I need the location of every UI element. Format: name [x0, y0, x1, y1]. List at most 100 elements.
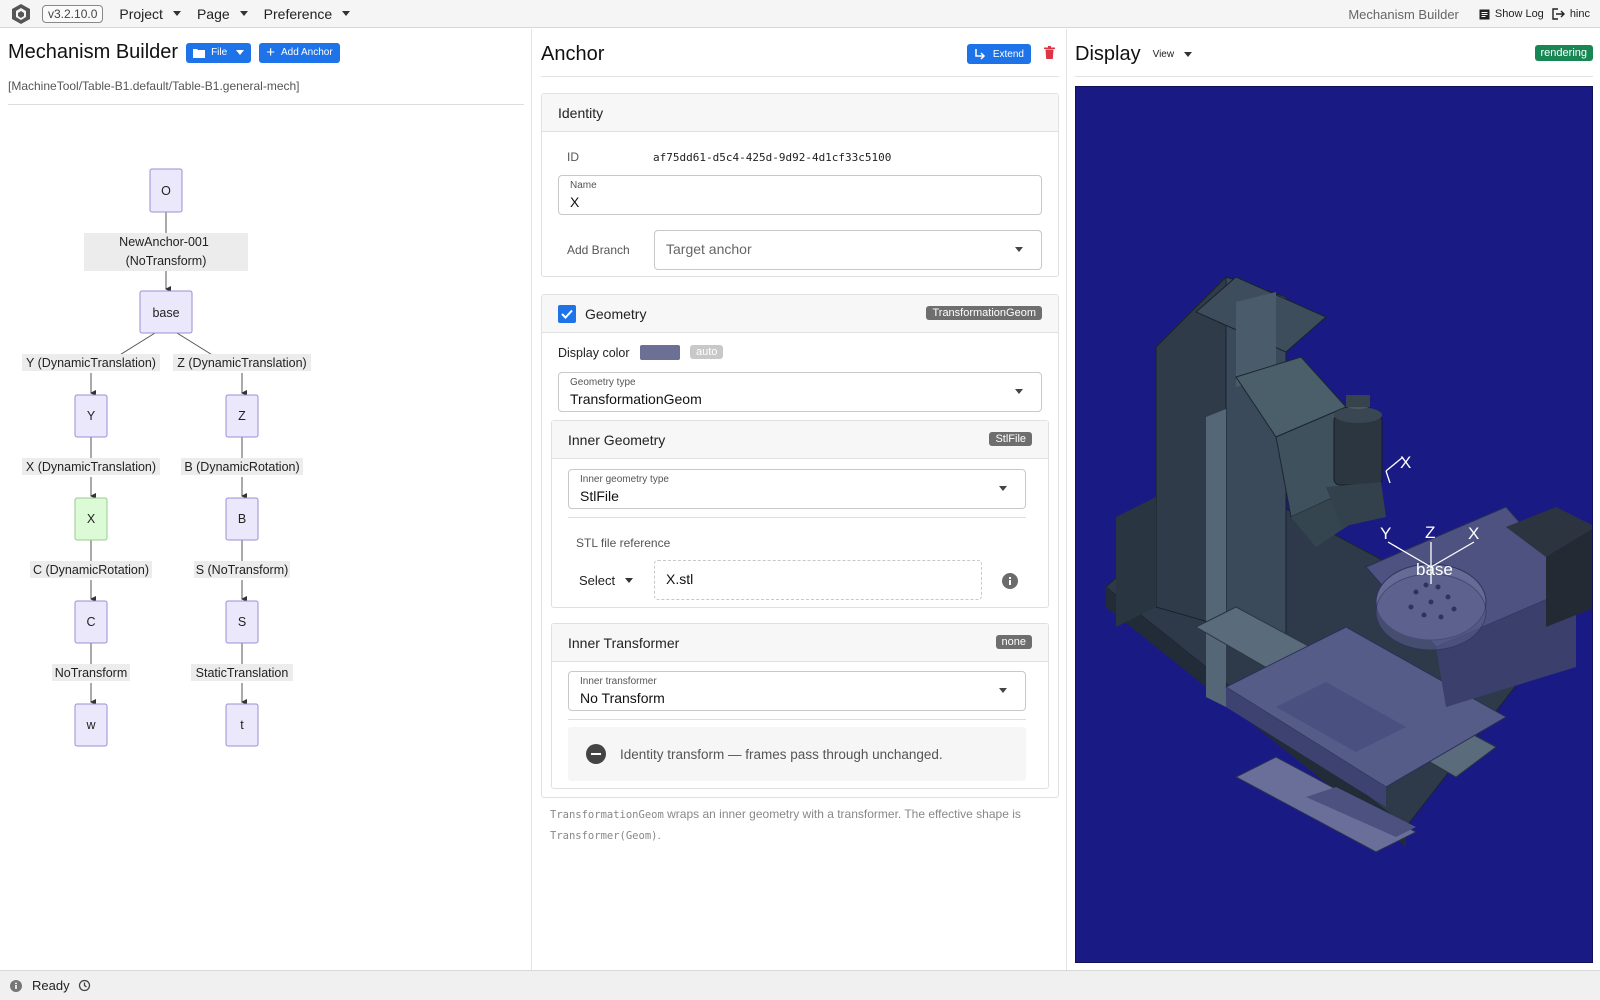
- target-anchor-select[interactable]: Target anchor: [654, 230, 1042, 270]
- name-field-value: X: [570, 194, 580, 210]
- user-logout-button[interactable]: hinc: [1552, 8, 1590, 20]
- show-log-label: Show Log: [1494, 8, 1544, 20]
- node-label-z: Z: [238, 409, 246, 423]
- id-value: af75dd61-d5c4-425d-9d92-4d1cf33c5100: [653, 151, 892, 164]
- edge-label-x[interactable]: X (DynamicTranslation): [26, 460, 156, 474]
- display-color-swatch[interactable]: [640, 345, 680, 360]
- node-label-y: Y: [87, 409, 96, 423]
- node-label-w: w: [85, 718, 96, 732]
- node-label-x: X: [87, 512, 96, 526]
- top-right-group: Mechanism Builder Show Log hinc: [1348, 0, 1590, 28]
- axis-label-base: base: [1416, 560, 1453, 579]
- extend-button[interactable]: Extend: [966, 44, 1031, 64]
- geometry-type-value: TransformationGeom: [570, 391, 702, 407]
- edge-label-z[interactable]: Z (DynamicTranslation): [177, 356, 306, 370]
- node-label-t: t: [240, 718, 244, 732]
- chevron-down-icon: [236, 50, 245, 55]
- chevron-down-icon: [342, 11, 351, 16]
- trash-icon[interactable]: [1044, 46, 1055, 59]
- menu-preference-label: Preference: [263, 5, 333, 22]
- add-anchor-button[interactable]: + Add Anchor: [259, 42, 340, 63]
- geometry-checkbox[interactable]: [558, 304, 576, 323]
- edge-label-c[interactable]: C (DynamicRotation): [33, 563, 149, 577]
- node-label-s: S: [238, 615, 246, 629]
- node-label-b: B: [238, 512, 246, 526]
- menu-page[interactable]: Page: [197, 6, 248, 22]
- view-menu[interactable]: View: [1153, 49, 1193, 60]
- footnote-code-transformer: Transformer(Geom): [550, 830, 658, 842]
- geometry-type-label: Geometry type: [570, 377, 636, 388]
- mechanism-tree: NewAnchor-001 (NoTransform) Y (DynamicTr…: [22, 168, 311, 747]
- stl-file-input[interactable]: X.stl: [654, 560, 982, 600]
- divider: [8, 104, 524, 105]
- inner-geometry-type-select[interactable]: Inner geometry type StlFile: [568, 469, 1026, 509]
- menu-project-label: Project: [119, 5, 163, 22]
- divider: [568, 719, 1026, 720]
- geometry-card: Geometry TransformationGeom Display colo…: [541, 294, 1059, 842]
- add-anchor-label: Add Anchor: [280, 47, 333, 58]
- edge-label-root[interactable]: NewAnchor-001: [119, 235, 209, 249]
- chevron-down-icon: [625, 578, 634, 583]
- identity-header: Identity: [542, 94, 1058, 132]
- status-bar: Ready: [0, 970, 1600, 1000]
- info-icon: [10, 979, 22, 992]
- anchor-title: Anchor: [541, 42, 605, 65]
- app-logo-icon[interactable]: [10, 3, 32, 25]
- mechanism-pane: Mechanism Builder File + Add Anchor [Mac…: [0, 29, 532, 970]
- plus-icon: +: [266, 44, 275, 61]
- machine-render: X Y Z X base: [1105, 275, 1592, 853]
- stl-file-value: X.stl: [666, 571, 694, 587]
- identity-transform-note: Identity transform — frames pass through…: [568, 727, 1026, 781]
- menu-preference[interactable]: Preference: [263, 5, 351, 22]
- inner-transformer-value: No Transform: [580, 690, 665, 706]
- identity-card: Identity ID af75dd61-d5c4-425d-9d92-4d1c…: [541, 93, 1059, 277]
- node-label-base: base: [152, 306, 179, 320]
- id-label: ID: [567, 150, 579, 164]
- edge-label-s[interactable]: S (NoTransform): [196, 563, 289, 577]
- name-field[interactable]: Name X: [558, 175, 1042, 215]
- version-badge: v3.2.10.0: [42, 4, 104, 23]
- geometry-type-badge: TransformationGeom: [926, 306, 1042, 320]
- edge-label-b[interactable]: B (DynamicRotation): [184, 460, 299, 474]
- show-log-button[interactable]: Show Log: [1479, 8, 1544, 20]
- chevron-down-icon: [999, 486, 1007, 491]
- render-status-badge: rendering: [1534, 45, 1593, 61]
- edge-label-root-type[interactable]: (NoTransform): [126, 254, 207, 268]
- inner-geometry-header-label: Inner Geometry: [568, 431, 666, 448]
- axis-label-x-tool: X: [1400, 453, 1411, 472]
- inner-transformer-header-label: Inner Transformer: [568, 634, 680, 651]
- inner-geometry-badge: StlFile: [989, 432, 1032, 446]
- 3d-viewport[interactable]: X Y Z X base: [1075, 86, 1593, 963]
- file-button-label: File: [211, 47, 228, 58]
- inner-transformer-label: Inner transformer: [580, 676, 657, 687]
- chevron-down-icon: [239, 11, 248, 16]
- history-icon[interactable]: [78, 979, 91, 992]
- edge-label-t[interactable]: StaticTranslation: [196, 666, 289, 680]
- identity-note-text: Identity transform — frames pass through…: [620, 746, 943, 762]
- file-button[interactable]: File: [186, 42, 252, 63]
- anchor-pane: Anchor Extend Identity ID af75dd61-d5c4-…: [533, 29, 1067, 970]
- geometry-type-select[interactable]: Geometry type TransformationGeom: [558, 372, 1042, 412]
- minus-circle-icon: [586, 744, 606, 764]
- user-name: hinc: [1569, 8, 1590, 20]
- info-icon[interactable]: [1002, 573, 1018, 589]
- axis-label-z: Z: [1425, 523, 1435, 542]
- stl-select-dropdown[interactable]: Select: [579, 573, 634, 588]
- axis-label-x: X: [1468, 524, 1479, 543]
- edge-label-w[interactable]: NoTransform: [55, 666, 127, 680]
- display-color-label: Display color: [558, 346, 630, 360]
- page-title: Mechanism Builder: [8, 41, 179, 63]
- target-anchor-placeholder: Target anchor: [666, 241, 752, 257]
- menu-project[interactable]: Project: [119, 6, 181, 22]
- geometry-header-label: Geometry: [585, 305, 647, 322]
- inner-transformer-select[interactable]: Inner transformer No Transform: [568, 671, 1026, 711]
- menu-page-label: Page: [196, 5, 230, 22]
- breadcrumb: [MachineTool/Table-B1.default/Table-B1.g…: [8, 79, 300, 93]
- edge-label-y[interactable]: Y (DynamicTranslation): [26, 356, 156, 370]
- inner-transformer-card: Inner Transformer none Inner transformer…: [551, 623, 1049, 789]
- auto-badge: auto: [690, 345, 724, 359]
- inner-transformer-header: Inner Transformer none: [552, 624, 1048, 662]
- add-branch-label: Add Branch: [567, 243, 630, 257]
- anchor-header: Anchor Extend: [541, 41, 1059, 67]
- chevron-down-icon: [172, 11, 181, 16]
